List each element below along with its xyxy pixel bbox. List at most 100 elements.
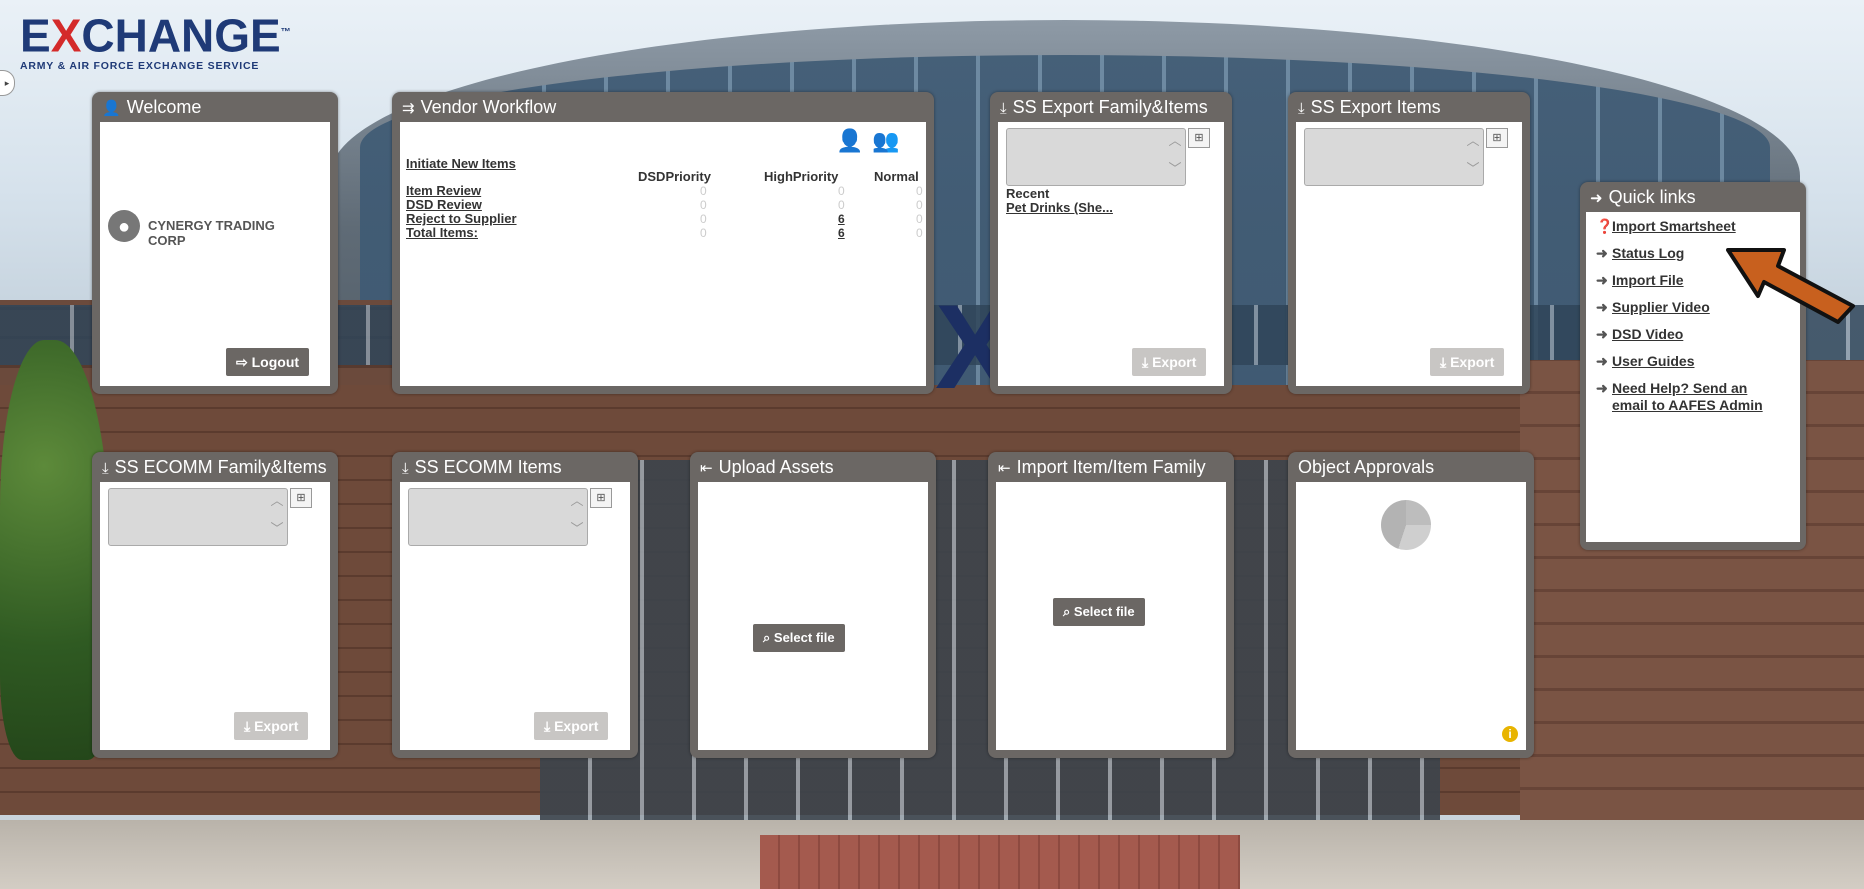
download-icon: ⤓ [1142, 354, 1153, 370]
logo-wordmark: EXCHANGE™ [20, 9, 291, 62]
pie-chart-icon[interactable] [1381, 500, 1431, 550]
download-icon: ⤓ [402, 460, 409, 477]
arrow-right-icon: ➜ [1596, 245, 1608, 261]
export-button[interactable]: ⤓ Export [1132, 348, 1207, 376]
panel-title: Vendor Workflow [420, 97, 557, 117]
download-icon: ⤓ [244, 718, 255, 734]
upload-assets-panel: ⇤ Upload Assets ⌕ Select file [690, 452, 936, 758]
logout-button[interactable]: ⇨ Logout [226, 348, 310, 376]
import-item-panel: ⇤ Import Item/Item Family ⌕ Select file [988, 452, 1234, 758]
count-cell: 0 [916, 212, 923, 226]
export-button[interactable]: ⤓ Export [534, 712, 609, 740]
download-icon: ⤓ [1000, 100, 1007, 117]
count-cell: 0 [700, 184, 707, 198]
arrow-right-icon: ➜ [1590, 190, 1603, 207]
arrow-right-icon: ➜ [1596, 353, 1608, 369]
ss-ecomm-family-panel: ⤓ SS ECOMM Family&Items ︿ ﹀ ⊞ ⤓ Export [92, 452, 338, 758]
welcome-panel: 👤 Welcome ● CYNERGY TRADING CORP ⇨ Logout [92, 92, 338, 394]
scroll-down-icon[interactable]: ﹀ [569, 519, 585, 539]
column-header: Normal [874, 169, 919, 184]
panel-title: Upload Assets [718, 457, 834, 477]
arrow-right-icon: ➜ [1596, 299, 1608, 315]
count-cell: 0 [838, 184, 845, 198]
panel-title: SS Export Items [1310, 97, 1441, 117]
download-icon: ⤓ [1298, 100, 1305, 117]
ecomm-family-listbox[interactable]: ︿ ﹀ [108, 488, 288, 546]
file-search-icon: ⌕ [1063, 604, 1074, 619]
count-cell: 0 [916, 226, 923, 240]
recent-item-link[interactable]: Pet Drinks (She... [1006, 200, 1113, 215]
ss-export-family-panel: ⤓ SS Export Family&Items ︿ ﹀ ⊞ Recent Pet… [990, 92, 1232, 394]
ss-export-items-panel: ⤓ SS Export Items ︿ ﹀ ⊞ ⤓ Export [1288, 92, 1530, 394]
scroll-up-icon[interactable]: ︿ [569, 491, 585, 511]
family-listbox[interactable]: ︿ ﹀ [1006, 128, 1186, 186]
select-file-button[interactable]: ⌕ Select file [1053, 598, 1145, 626]
info-icon[interactable]: i [1502, 726, 1518, 742]
recent-label: Recent [1006, 186, 1050, 201]
export-button[interactable]: ⤓ Export [1430, 348, 1505, 376]
count-link[interactable]: 6 [838, 226, 845, 240]
group-users-icon[interactable]: 👥 [872, 128, 899, 154]
panel-title: Welcome [126, 97, 202, 117]
download-icon: ⤓ [102, 460, 109, 477]
ss-ecomm-items-panel: ⤓ SS ECOMM Items ︿ ﹀ ⊞ ⤓ Export [392, 452, 638, 758]
brick-path [760, 835, 1240, 889]
arrow-right-icon: ➜ [1596, 380, 1608, 396]
arrow-right-icon: ➜ [1596, 326, 1608, 342]
scroll-up-icon[interactable]: ︿ [269, 491, 285, 511]
question-icon: ❓ [1596, 218, 1614, 234]
logo-subtitle: ARMY & AIR FORCE EXCHANGE SERVICE [20, 60, 260, 73]
panel-title: SS ECOMM Items [414, 457, 562, 477]
panel-title: Object Approvals [1298, 457, 1435, 477]
quick-link-user-guides[interactable]: ➜ User Guides [1596, 353, 1694, 370]
avatar: ● [108, 210, 140, 242]
count-cell: 0 [916, 198, 923, 212]
user-icon: 👤 [102, 100, 121, 117]
hierarchy-icon[interactable]: ⊞ [290, 488, 312, 508]
count-cell: 0 [838, 198, 845, 212]
count-cell: 0 [700, 198, 707, 212]
initiate-new-items-link[interactable]: Initiate New Items [406, 156, 516, 171]
exchange-logo[interactable]: EXCHANGE™ ARMY & AIR FORCE EXCHANGE SERV… [20, 10, 291, 72]
logout-icon: ⇨ [236, 354, 252, 370]
column-header: DSDPriority [638, 169, 711, 184]
download-icon: ⤓ [544, 718, 555, 734]
upload-icon: ⇤ [700, 460, 713, 477]
hierarchy-icon[interactable]: ⊞ [1188, 128, 1210, 148]
count-cell: 0 [700, 212, 707, 226]
quick-link-supplier-video[interactable]: ➜ Supplier Video [1596, 299, 1710, 316]
panel-title: Quick links [1608, 187, 1696, 207]
download-icon: ⤓ [1440, 354, 1451, 370]
total-items-link[interactable]: Total Items: [406, 225, 478, 240]
hierarchy-icon[interactable]: ⊞ [590, 488, 612, 508]
reject-to-supplier-link[interactable]: Reject to Supplier [406, 211, 517, 226]
hierarchy-icon[interactable]: ⊞ [1486, 128, 1508, 148]
item-review-link[interactable]: Item Review [406, 183, 481, 198]
scroll-up-icon[interactable]: ︿ [1167, 131, 1183, 151]
quick-link-status-log[interactable]: ➜ Status Log [1596, 245, 1684, 262]
vendor-workflow-panel: ⇉ Vendor Workflow 👤 👥 Initiate New Items … [392, 92, 934, 394]
items-listbox[interactable]: ︿ ﹀ [1304, 128, 1484, 186]
arrow-right-icon: ➜ [1596, 272, 1608, 288]
quick-link-import-smartsheet[interactable]: ❓Import Smartsheet [1596, 218, 1736, 235]
file-search-icon: ⌕ [763, 630, 774, 645]
quick-link-dsd-video[interactable]: ➜ DSD Video [1596, 326, 1683, 343]
object-approvals-panel: Object Approvals i [1288, 452, 1534, 758]
single-user-icon[interactable]: 👤 [836, 128, 863, 154]
count-cell: 0 [700, 226, 707, 240]
count-link[interactable]: 6 [838, 212, 845, 226]
panel-title: SS Export Family&Items [1012, 97, 1208, 117]
scroll-down-icon[interactable]: ﹀ [1167, 159, 1183, 179]
scroll-down-icon[interactable]: ﹀ [269, 519, 285, 539]
annotation-arrow-icon [1726, 248, 1855, 324]
ecomm-items-listbox[interactable]: ︿ ﹀ [408, 488, 588, 546]
select-file-button[interactable]: ⌕ Select file [753, 624, 845, 652]
export-button[interactable]: ⤓ Export [234, 712, 309, 740]
panel-title: Import Item/Item Family [1016, 457, 1206, 477]
scroll-up-icon[interactable]: ︿ [1465, 131, 1481, 151]
scroll-down-icon[interactable]: ﹀ [1465, 159, 1481, 179]
quick-link-need-help[interactable]: ➜ Need Help? Send an email to AAFES Admin [1596, 380, 1786, 414]
dsd-review-link[interactable]: DSD Review [406, 197, 482, 212]
column-header: HighPriority [764, 169, 839, 184]
quick-link-import-file[interactable]: ➜ Import File [1596, 272, 1684, 289]
